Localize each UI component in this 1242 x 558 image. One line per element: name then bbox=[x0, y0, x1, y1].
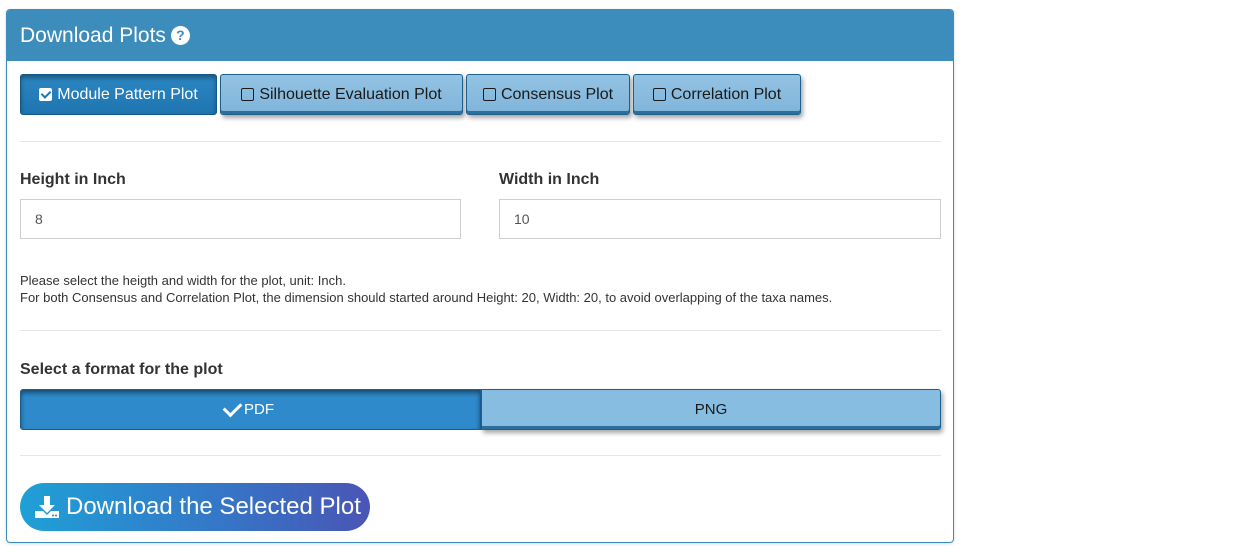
download-button-label: Download the Selected Plot bbox=[66, 493, 361, 520]
tab-module-pattern-plot[interactable]: Module Pattern Plot bbox=[20, 74, 217, 115]
checkbox-empty-icon bbox=[241, 88, 255, 101]
height-label: Height in Inch bbox=[20, 171, 126, 188]
format-selector: PDF PNG bbox=[20, 389, 941, 430]
divider bbox=[20, 455, 941, 456]
download-icon bbox=[35, 496, 59, 518]
height-input[interactable]: 8 bbox=[20, 199, 461, 239]
tab-label: Correlation Plot bbox=[670, 85, 782, 103]
checkbox-empty-icon bbox=[652, 88, 666, 101]
download-plots-panel: Download Plots ? Module Pattern Plot Sil… bbox=[6, 9, 954, 543]
checkbox-checked-icon bbox=[39, 88, 53, 101]
width-label: Width in Inch bbox=[499, 171, 600, 188]
panel-title: Download Plots bbox=[20, 23, 166, 47]
help-line-2: For both Consensus and Correlation Plot,… bbox=[20, 290, 833, 305]
format-option-label: PNG bbox=[694, 401, 728, 418]
divider bbox=[20, 330, 941, 331]
tab-label: Silhouette Evaluation Plot bbox=[259, 85, 442, 103]
format-option-pdf[interactable]: PDF bbox=[20, 389, 481, 430]
plot-type-selector: Module Pattern Plot Silhouette Evaluatio… bbox=[20, 74, 801, 115]
format-label: Select a format for the plot bbox=[20, 361, 223, 378]
checkbox-empty-icon bbox=[482, 88, 496, 101]
dimension-help-text: Please select the heigth and width for t… bbox=[20, 272, 832, 306]
download-selected-plot-button[interactable]: Download the Selected Plot bbox=[20, 483, 370, 531]
tab-label: Consensus Plot bbox=[500, 85, 614, 103]
tab-silhouette-evaluation-plot[interactable]: Silhouette Evaluation Plot bbox=[220, 74, 463, 115]
tab-label: Module Pattern Plot bbox=[57, 85, 198, 103]
question-circle-icon[interactable]: ? bbox=[170, 26, 190, 45]
check-icon bbox=[222, 397, 243, 418]
tab-consensus-plot[interactable]: Consensus Plot bbox=[466, 74, 630, 115]
width-input[interactable]: 10 bbox=[499, 199, 941, 239]
panel-header: Download Plots ? bbox=[7, 10, 953, 61]
tab-correlation-plot[interactable]: Correlation Plot bbox=[633, 74, 801, 115]
divider bbox=[20, 141, 941, 142]
format-option-label: PDF bbox=[244, 401, 274, 418]
help-line-1: Please select the heigth and width for t… bbox=[20, 273, 346, 288]
format-option-png[interactable]: PNG bbox=[481, 389, 941, 430]
